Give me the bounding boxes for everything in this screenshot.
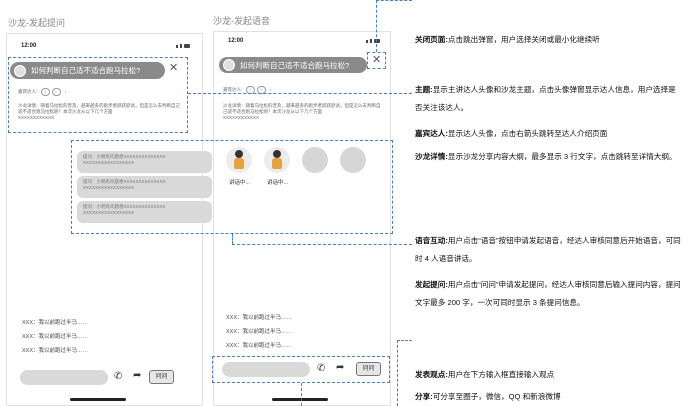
ask-button[interactable]: 问问 xyxy=(356,362,381,376)
battery-icon xyxy=(374,39,380,43)
left-screen-title: 沙龙-发起提问 xyxy=(8,18,65,28)
connector-close xyxy=(376,0,377,52)
signal-icon xyxy=(176,44,178,48)
note-detail-title: 沙龙详情: xyxy=(415,152,448,161)
status-icons xyxy=(176,44,190,48)
guest-label: 嘉宾达人: xyxy=(223,87,243,92)
note-share-body: 可分享至圈子，微信，QQ 和新浪微博 xyxy=(432,392,561,401)
note-opinion-body: 用户在下方输入框直接输入观点 xyxy=(447,370,555,379)
status-icons xyxy=(366,39,380,43)
note-voice: 语音互动:用户点击“语音”按钮申请发起语音，经达人审核同意后开始语音，可同时 4… xyxy=(415,232,683,267)
status-time: 12:00 xyxy=(228,38,244,44)
salon-detail-tail: XXXXXXXXXXXX xyxy=(223,115,260,120)
topic-question: 如何判断自己适不适合跑马拉松? xyxy=(240,60,350,70)
note-voice-body: 用户点击“语音”按钮申请发起语音，经达人审核同意后开始语音，可同时 4 人语音讲… xyxy=(415,236,681,263)
right-screen-title: 沙龙-发起语音 xyxy=(213,16,270,26)
comment-item: XXX：我以前跑过半马…… xyxy=(226,343,293,349)
note-close-body: 点击跳出弹窗，用户选择关闭或最小化继续听 xyxy=(447,35,600,44)
share-icon[interactable]: ➦ xyxy=(133,370,141,381)
connector-interaction xyxy=(232,244,412,245)
connector-topic xyxy=(188,93,412,94)
note-ask-body: 用户点击“问问”申请发起提问，经达人审核同意后输入提问内容，提问文字最多 200… xyxy=(415,280,681,307)
note-opinion-title: 发表观点: xyxy=(415,370,448,379)
connector-input xyxy=(397,340,412,341)
connector-input xyxy=(397,340,398,406)
note-detail-body: 显示沙龙分享内容大纲，最多显示 3 行文字，点击跳转至详情大纲。 xyxy=(447,152,677,161)
comment-item: XXX：我以前跑过半马…… xyxy=(22,320,89,326)
note-share: 分享:可分享至圈子，微信，QQ 和新浪微博 xyxy=(415,388,683,406)
note-detail: 沙龙详情:显示沙龙分享内容大纲，最多显示 3 行文字，点击跳转至详情大纲。 xyxy=(415,148,683,166)
note-close-title: 关闭页面: xyxy=(415,35,448,44)
comment-item: XXX：我以前跑过半马…… xyxy=(226,315,293,321)
note-ask-title: 发起提问: xyxy=(415,280,448,289)
note-share-title: 分享: xyxy=(415,392,433,401)
phone-voice-icon[interactable]: ✆ xyxy=(114,371,122,382)
interaction-highlight-box xyxy=(71,140,393,234)
note-ask: 发起提问:用户点击“问问”申请发起提问，经达人审核同意后输入提问内容，提问文字最… xyxy=(415,276,683,311)
signal-icon xyxy=(370,39,372,43)
connector-input xyxy=(301,383,302,406)
note-topic-title: 主题: xyxy=(415,85,433,94)
comment-item: XXX：我以前跑过半马…… xyxy=(22,334,89,340)
status-time: 12:00 xyxy=(21,43,37,49)
share-icon[interactable]: ➦ xyxy=(336,362,344,373)
opinion-input[interactable] xyxy=(222,362,310,377)
note-voice-title: 语音互动: xyxy=(415,236,448,245)
home-indicator xyxy=(70,398,126,401)
ask-button[interactable]: 问问 xyxy=(149,370,174,384)
chevron-right-icon[interactable]: › xyxy=(270,87,272,92)
signal-icon xyxy=(366,39,368,43)
topic-highlight-box xyxy=(8,57,188,133)
note-guest: 嘉宾达人:显示达人头像，点击右箭头跳转至达人介绍页面 xyxy=(415,125,683,143)
note-topic-body: 显示主讲达人头像和沙龙主题，点击头像弹窗显示达人信息，用户选择是否关注该达人。 xyxy=(415,85,676,112)
close-icon[interactable]: ✕ xyxy=(372,55,381,66)
salon-detail-text: 沙龙详情：随着马拉松的普及，越来越多的跑步者跃跃欲试，但是怎么去判断自己适不适合… xyxy=(223,103,381,114)
battery-icon xyxy=(184,44,190,48)
comment-item: XXX：我以前跑过半马…… xyxy=(22,348,89,354)
phone-voice-icon[interactable]: ✆ xyxy=(317,363,325,374)
note-guest-body: 显示达人头像，点击右箭头跳转至达人介绍页面 xyxy=(447,129,608,138)
note-guest-title: 嘉宾达人: xyxy=(415,129,448,138)
salon-detail[interactable]: 沙龙详情：随着马拉松的普及，越来越多的跑步者跃跃欲试，但是怎么去判断自己适不适合… xyxy=(223,103,383,121)
opinion-input[interactable] xyxy=(20,370,108,385)
signal-icon xyxy=(180,44,182,48)
connector-interaction xyxy=(232,234,233,244)
topic-bar[interactable]: 如何判断自己适不适合跑马拉松? xyxy=(219,57,367,73)
home-indicator xyxy=(272,398,328,401)
host-avatar-icon[interactable] xyxy=(223,59,235,71)
comment-item: XXX：我以前跑过半马…… xyxy=(226,329,293,335)
note-opinion: 发表观点:用户在下方输入框直接输入观点 xyxy=(415,366,683,384)
connector-close xyxy=(376,0,412,1)
note-close: 关闭页面:点击跳出弹窗，用户选择关闭或最小化继续听 xyxy=(415,31,683,49)
note-topic: 主题:显示主讲达人头像和沙龙主题，点击头像弹窗显示达人信息，用户选择是否关注该达… xyxy=(415,81,683,116)
